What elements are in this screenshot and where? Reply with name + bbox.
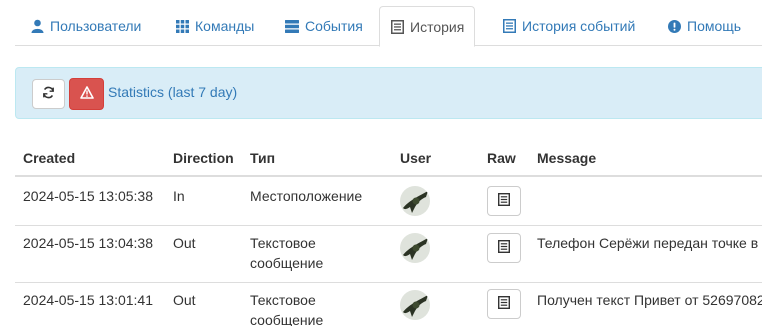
type-cell: Текстовое	[250, 292, 316, 308]
created-cell: 2024-05-15 13:04:38	[23, 235, 153, 251]
direction-cell: In	[173, 188, 185, 204]
tab-commands[interactable]: Команды	[165, 6, 264, 46]
tab-label: События	[305, 18, 363, 34]
row-divider	[15, 225, 762, 226]
nav-tabs: Пользователи Команды События История Ист…	[15, 0, 762, 47]
refresh-button[interactable]	[32, 79, 65, 109]
refresh-icon	[42, 86, 55, 102]
created-cell: 2024-05-15 13:01:41	[23, 292, 153, 308]
tab-label: История	[410, 18, 465, 35]
tab-help[interactable]: Помощь	[657, 6, 751, 46]
list-icon	[390, 19, 404, 34]
type-cell: Местоположение	[250, 188, 363, 204]
tab-label: Помощь	[687, 18, 742, 34]
column-header-user[interactable]: User	[400, 150, 431, 166]
user-icon	[30, 19, 44, 33]
list-icon	[497, 239, 511, 256]
tab-label: Команды	[195, 18, 255, 34]
created-cell: 2024-05-15 13:05:38	[23, 188, 153, 204]
type-cell: Текстовое	[250, 235, 316, 251]
server-icon	[285, 19, 299, 33]
warning-button[interactable]	[69, 78, 104, 110]
tab-events-history[interactable]: История событий	[492, 6, 645, 46]
type-cell-line2: сообщение	[250, 255, 324, 271]
raw-button[interactable]	[487, 186, 521, 216]
column-header-direction[interactable]: Direction	[173, 150, 234, 166]
list-icon	[497, 295, 511, 312]
tab-events[interactable]: События	[275, 6, 373, 46]
direction-cell: Out	[173, 235, 196, 251]
message-cell: Получен текст Привет от 52697082	[537, 292, 762, 308]
tab-label: Пользователи	[50, 18, 142, 34]
avatar[interactable]	[400, 290, 430, 320]
list-icon	[497, 192, 511, 209]
raw-button[interactable]	[487, 289, 521, 319]
info-icon	[667, 19, 681, 33]
column-header-raw[interactable]: Raw	[487, 150, 516, 166]
type-cell-line2: сообщение	[250, 312, 324, 326]
column-header-message[interactable]: Message	[537, 150, 596, 166]
avatar[interactable]	[400, 186, 430, 216]
avatar[interactable]	[400, 233, 430, 263]
message-cell: Телефон Серёжи передан точке в	[537, 235, 759, 251]
column-header-created[interactable]: Created	[23, 150, 75, 166]
direction-cell: Out	[173, 292, 196, 308]
statistics-panel: Statistics (last 7 day)	[15, 67, 762, 119]
row-divider	[15, 282, 762, 283]
statistics-link[interactable]: Statistics (last 7 day)	[108, 84, 237, 100]
grid-icon	[175, 19, 189, 33]
column-header-type[interactable]: Тип	[250, 150, 275, 166]
list-icon	[502, 19, 516, 33]
warning-icon	[79, 86, 94, 102]
tab-history[interactable]: История	[379, 6, 476, 47]
tab-users[interactable]: Пользователи	[20, 6, 151, 46]
tab-label: История событий	[522, 18, 636, 34]
raw-button[interactable]	[487, 233, 521, 263]
table-header-divider	[15, 175, 762, 177]
